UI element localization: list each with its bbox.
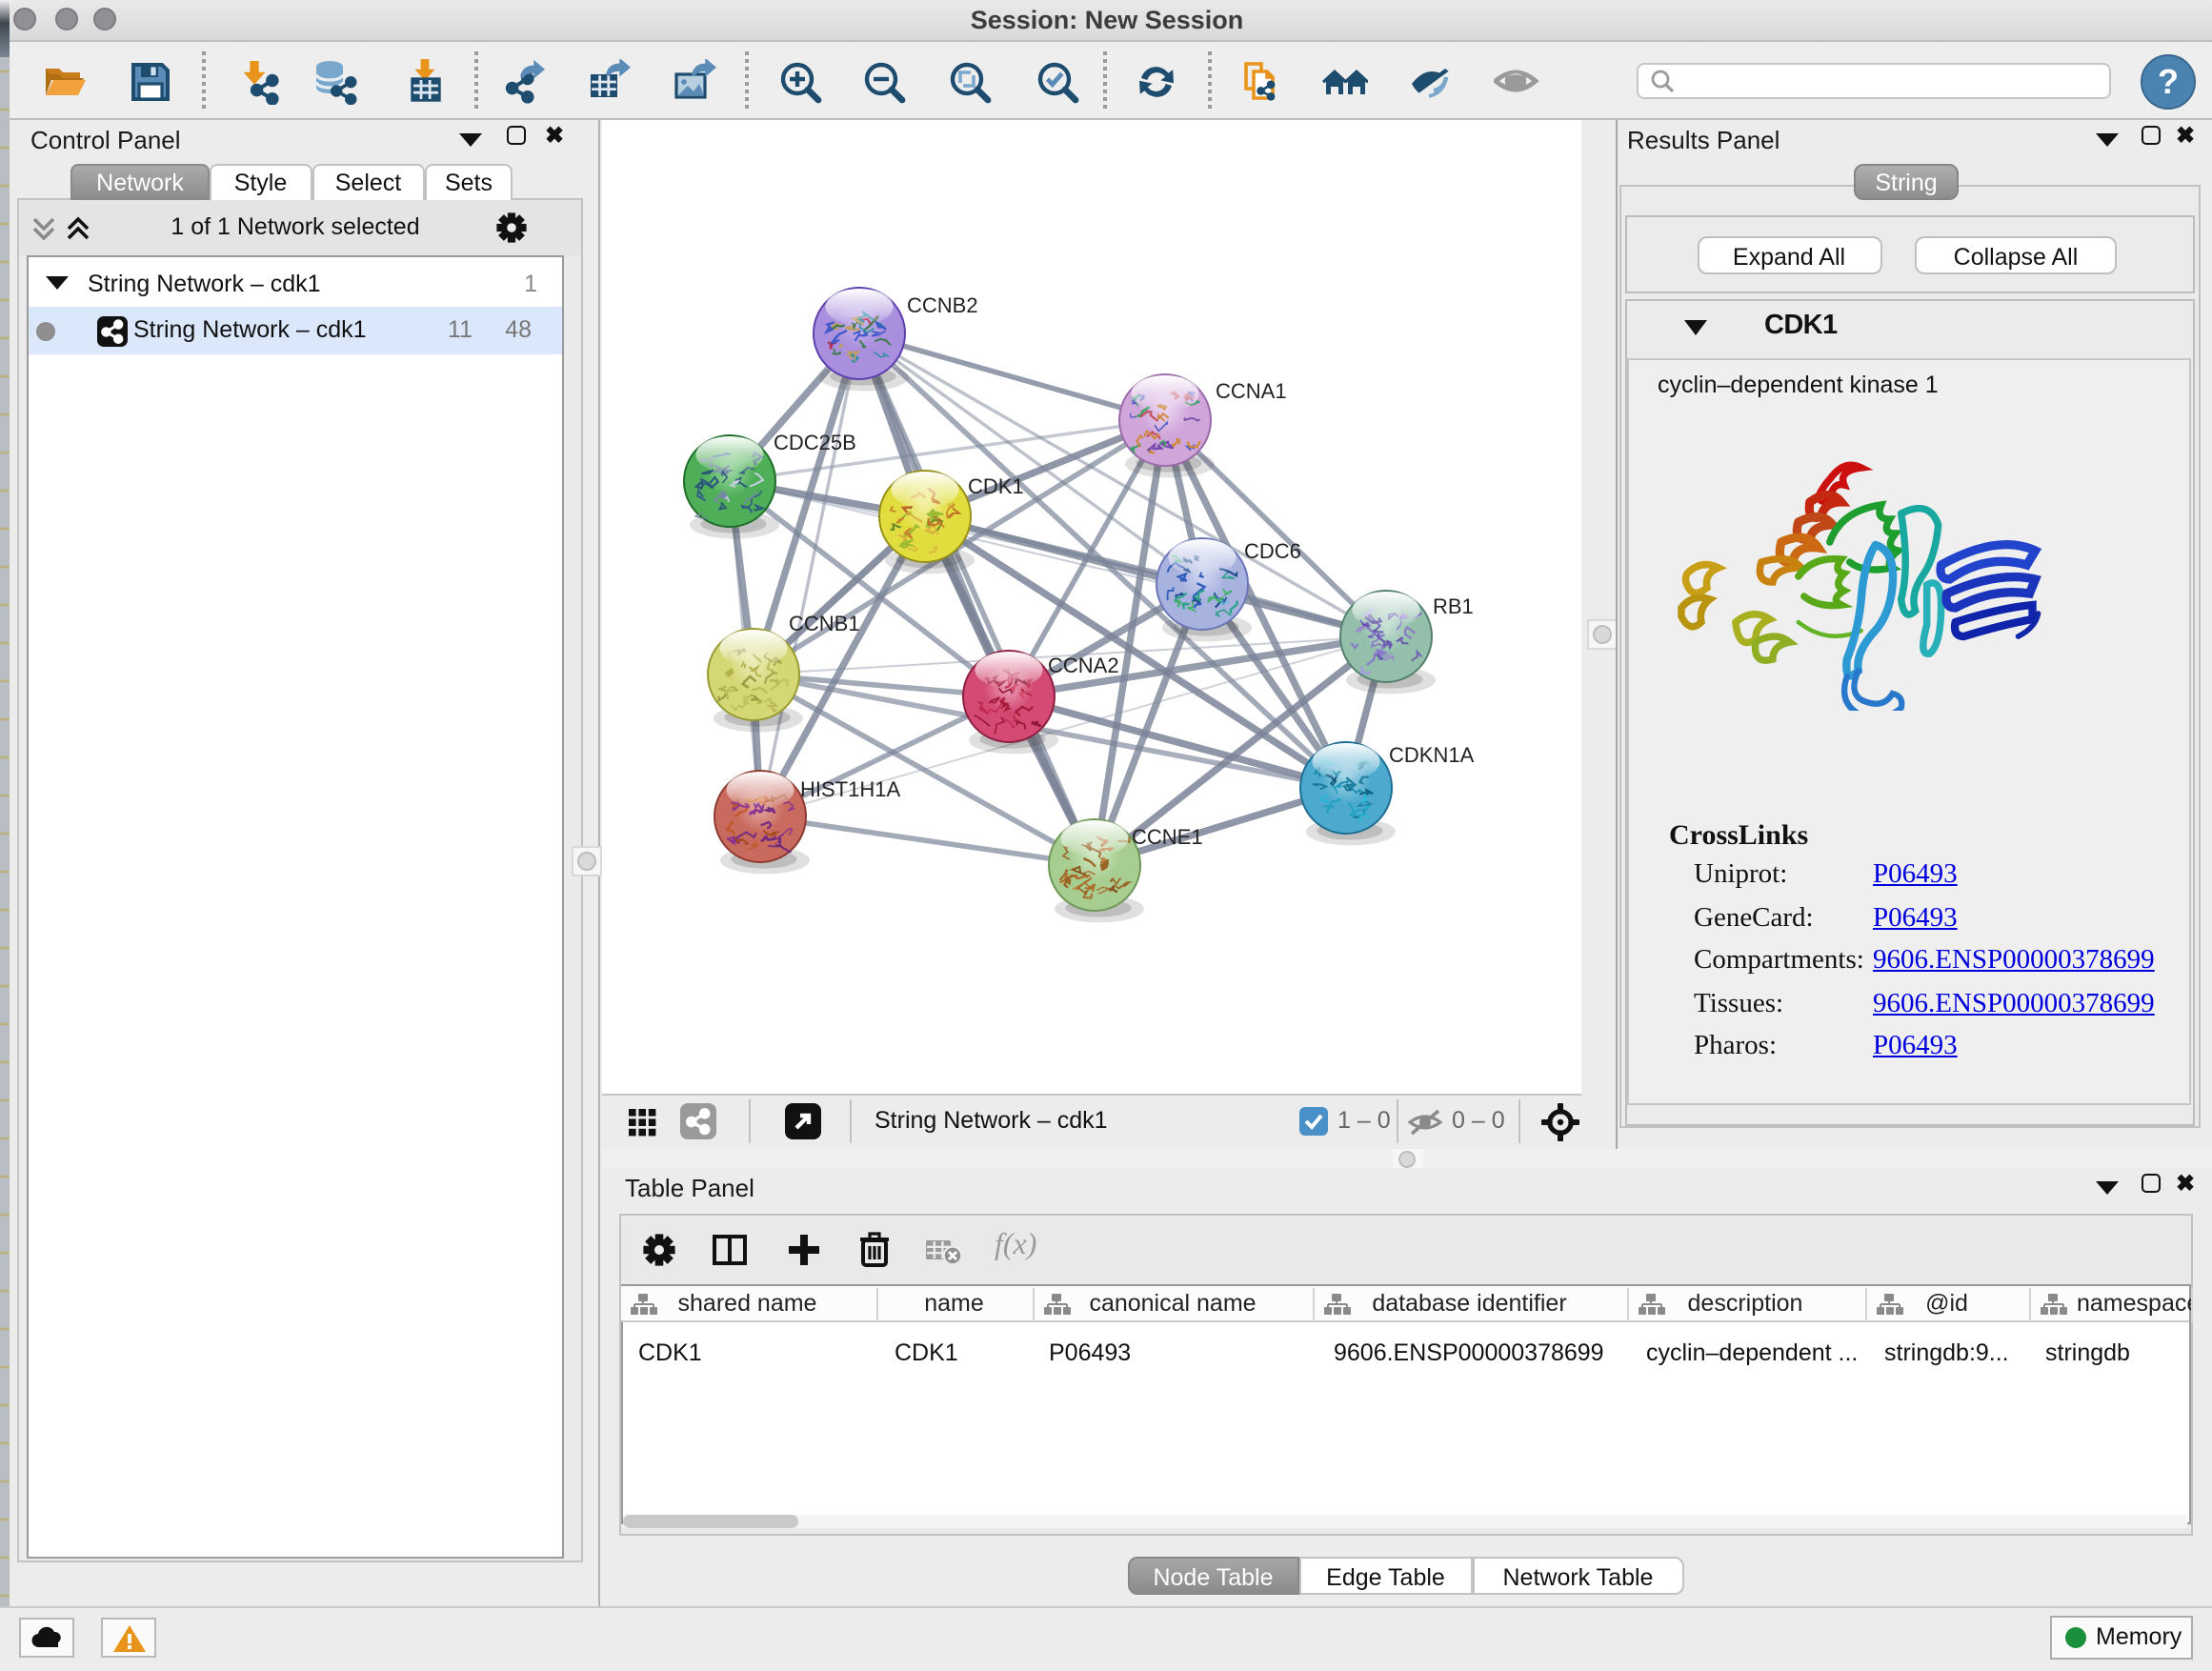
svg-text:CCNB2: CCNB2: [907, 293, 978, 317]
svg-text:CDC25B: CDC25B: [774, 431, 856, 454]
svg-text:CDC6: CDC6: [1244, 539, 1301, 563]
svg-text:CCNA2: CCNA2: [1048, 654, 1119, 677]
svg-text:?: ?: [2157, 61, 2178, 100]
svg-text:CCNE1: CCNE1: [1132, 825, 1203, 849]
svg-text:CDKN1A: CDKN1A: [1389, 743, 1475, 767]
svg-text:HIST1H1A: HIST1H1A: [800, 777, 900, 801]
svg-text:CDK1: CDK1: [968, 474, 1024, 498]
svg-text:RB1: RB1: [1433, 594, 1474, 618]
svg-text:CCNB1: CCNB1: [789, 612, 860, 635]
svg-text:CCNA1: CCNA1: [1216, 379, 1287, 403]
